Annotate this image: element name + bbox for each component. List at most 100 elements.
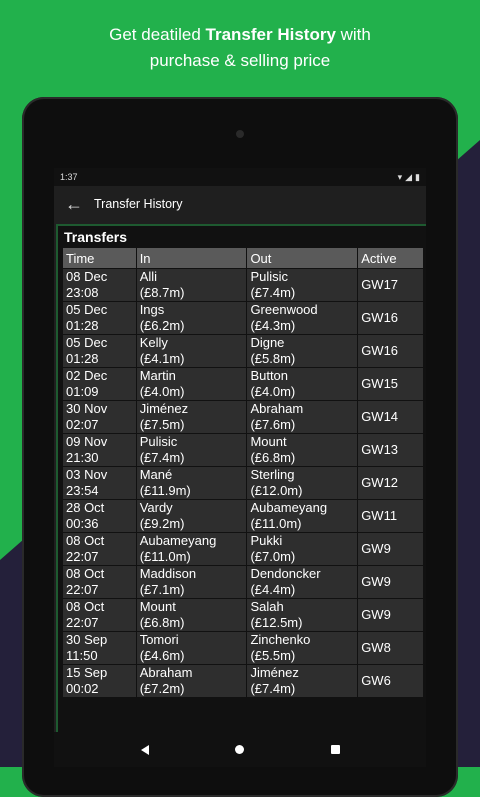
- cell-out: Pulisic (£7.4m): [246, 268, 359, 302]
- cell-in: Mané (£11.9m): [135, 466, 248, 500]
- cell-out: Mount (£6.8m): [246, 433, 359, 467]
- cell-in-line1: Maddison: [139, 566, 197, 581]
- cell-active: GW9: [357, 532, 424, 566]
- cell-in-line2: (£4.1m): [139, 351, 185, 366]
- cell-time-line2: 02:07: [66, 417, 99, 432]
- cell-out-line1: Pulisic: [250, 269, 289, 284]
- cell-in-line1: Jiménez: [139, 401, 189, 416]
- cell-in: Ings (£6.2m): [135, 301, 248, 335]
- arrow-left-icon[interactable]: ←: [54, 194, 94, 215]
- cell-time: 30 Nov 02:07: [62, 400, 137, 434]
- cell-active: GW13: [357, 433, 424, 467]
- cell-in-line1: Aubameyang: [139, 533, 217, 548]
- cell-out-line1: Zinchenko: [250, 632, 311, 647]
- table-row: 02 Dec 01:09 Martin (£4.0m) Button (£4.0m) GW1…: [62, 367, 424, 401]
- cell-out-line1: Sterling: [250, 467, 295, 482]
- cell-time: 09 Nov 21:30: [62, 433, 137, 467]
- cell-out-line1: Aubameyang: [250, 500, 328, 515]
- cell-time: 08 Oct 22:07: [62, 598, 137, 632]
- cell-time-line1: 15 Sep: [66, 665, 108, 680]
- table-row: 08 Dec 23:08 Alli (£8.7m) Pulisic (£7.4m) GW17: [62, 268, 424, 302]
- cell-active: GW8: [357, 631, 424, 665]
- cell-time-line2: 01:28: [66, 318, 99, 333]
- cell-in-line1: Kelly: [139, 335, 168, 350]
- cell-in: Vardy (£9.2m): [135, 499, 248, 533]
- table-row: 30 Sep 11:50 Tomori (£4.6m) Zinchenko (£5.5m)…: [62, 631, 424, 665]
- battery-icon: ▮: [415, 171, 420, 182]
- nav-recents-icon[interactable]: [330, 745, 340, 754]
- cell-time: 08 Oct 22:07: [62, 532, 137, 566]
- cell-in: Maddison (£7.1m): [135, 565, 248, 599]
- promo-line2: purchase & selling price: [149, 51, 331, 70]
- cell-in-line2: (£9.2m): [139, 516, 185, 531]
- page-title: Transfer History: [94, 197, 183, 211]
- cell-out-line2: (£12.5m): [250, 615, 303, 630]
- cell-in: Mount (£6.8m): [135, 598, 248, 632]
- table-row: 08 Oct 22:07 Aubameyang (£11.0m) Pukki (£7.0m…: [62, 532, 424, 566]
- cell-time-line2: 01:09: [66, 384, 99, 399]
- nav-home-icon[interactable]: [235, 745, 244, 754]
- cell-out: Jiménez (£7.4m): [246, 664, 359, 698]
- cell-out-line2: (£4.4m): [250, 582, 296, 597]
- transfers-table: Time In Out Active 08 Dec 23:08 Alli (£8.7m…: [62, 247, 424, 698]
- transfers-panel: Transfers Time In Out Active 08 Dec 23:08…: [56, 224, 426, 736]
- cell-in-line2: (£7.2m): [139, 681, 185, 696]
- cell-active: GW6: [357, 664, 424, 698]
- cell-out-line2: (£4.0m): [250, 384, 296, 399]
- signal-icon: ◢: [405, 171, 413, 182]
- cell-time-line2: 22:07: [66, 615, 99, 630]
- cell-active: GW14: [357, 400, 424, 434]
- column-header-active: Active: [357, 247, 424, 269]
- cell-active: GW16: [357, 334, 424, 368]
- cell-time-line2: 00:36: [66, 516, 99, 531]
- cell-in-line1: Vardy: [139, 500, 173, 515]
- cell-time: 08 Dec 23:08: [62, 268, 137, 302]
- cell-out-line2: (£6.8m): [250, 450, 296, 465]
- cell-in-line1: Ings: [139, 302, 165, 317]
- column-header-in: In: [135, 247, 248, 269]
- cell-in-line2: (£11.0m): [139, 549, 191, 564]
- cell-out-line1: Dendoncker: [250, 566, 321, 581]
- cell-active: GW11: [357, 499, 424, 533]
- cell-out: Button (£4.0m): [246, 367, 359, 401]
- navigation-bar: [54, 732, 426, 767]
- cell-out-line1: Button: [250, 368, 289, 383]
- cell-time: 15 Sep 00:02: [62, 664, 137, 698]
- cell-time-line1: 08 Dec: [66, 269, 108, 284]
- cell-time-line2: 23:08: [66, 285, 99, 300]
- cell-in: Jiménez (£7.5m): [135, 400, 248, 434]
- cell-out-line2: (£5.8m): [250, 351, 296, 366]
- cell-out: Zinchenko (£5.5m): [246, 631, 359, 665]
- promo-line1-suffix: with: [335, 25, 371, 44]
- status-time: 1:37: [60, 172, 78, 182]
- cell-in-line1: Mané: [139, 467, 173, 482]
- cell-in-line2: (£4.6m): [139, 648, 185, 663]
- cell-time: 05 Dec 01:28: [62, 334, 137, 368]
- nav-back-icon[interactable]: [140, 744, 149, 755]
- table-row: 15 Sep 00:02 Abraham (£7.2m) Jiménez (£7.4m) G…: [62, 664, 424, 698]
- cell-out-line2: (£7.0m): [250, 549, 296, 564]
- cell-time-line2: 23:54: [66, 483, 99, 498]
- cell-time-line1: 03 Nov: [66, 467, 108, 482]
- cell-out-line2: (£11.0m): [250, 516, 302, 531]
- cell-out-line1: Digne: [250, 335, 285, 350]
- cell-out: Abraham (£7.6m): [246, 400, 359, 434]
- cell-active: GW15: [357, 367, 424, 401]
- cell-time-line1: 08 Oct: [66, 566, 105, 581]
- cell-active: GW9: [357, 565, 424, 599]
- cell-time-line1: 02 Dec: [66, 368, 108, 383]
- cell-out: Dendoncker (£4.4m): [246, 565, 359, 599]
- cell-time: 02 Dec 01:09: [62, 367, 137, 401]
- status-icons: ▾ ◢ ▮: [398, 172, 420, 183]
- cell-time: 03 Nov 23:54: [62, 466, 137, 500]
- status-bar: 1:37 ▾ ◢ ▮: [54, 168, 426, 186]
- promo-line1: Get deatiled Transfer History with: [0, 22, 480, 48]
- table-row: 08 Oct 22:07 Maddison (£7.1m) Dendoncker (£4.…: [62, 565, 424, 599]
- cell-out: Sterling (£12.0m): [246, 466, 359, 500]
- cell-in-line1: Martin: [139, 368, 176, 383]
- table-row: 28 Oct 00:36 Vardy (£9.2m) Aubameyang (£11.0m…: [62, 499, 424, 533]
- cell-time-line1: 30 Sep: [66, 632, 108, 647]
- cell-in-line1: Pulisic: [139, 434, 178, 449]
- cell-in: Alli (£8.7m): [135, 268, 248, 302]
- cell-in: Aubameyang (£11.0m): [135, 532, 248, 566]
